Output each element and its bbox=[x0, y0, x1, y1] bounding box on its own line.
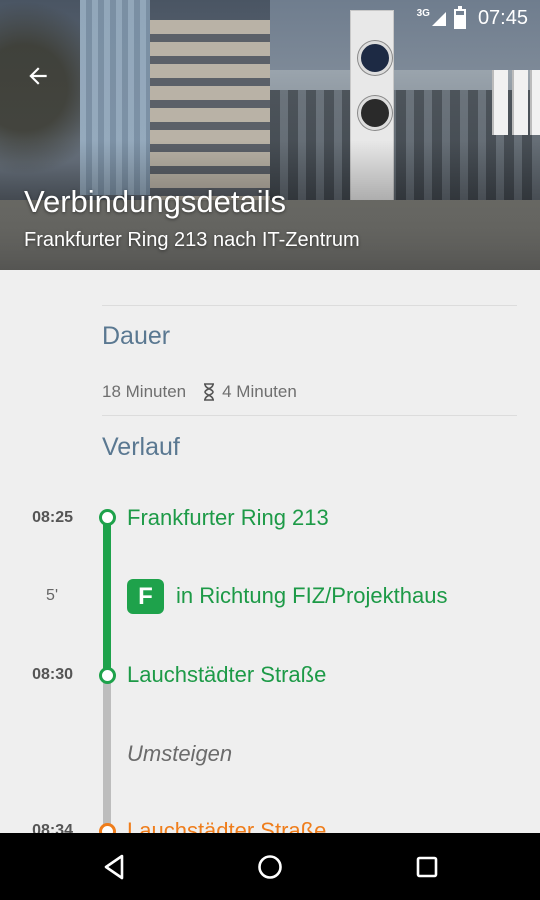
stop-node bbox=[99, 667, 116, 684]
arrow-back-icon bbox=[29, 67, 47, 85]
timeline-line-green bbox=[103, 516, 111, 676]
duration-row: 18 Minuten 4 Minuten bbox=[102, 382, 297, 402]
status-bar: 3G 07:45 bbox=[0, 0, 540, 36]
stop-name[interactable]: Frankfurter Ring 213 bbox=[127, 505, 329, 531]
stop-name[interactable]: Lauchstädter Straße bbox=[127, 662, 326, 688]
total-duration: 18 Minuten bbox=[102, 382, 187, 401]
line-direction[interactable]: in Richtung FIZ/Projekthaus bbox=[176, 583, 447, 609]
back-triangle-icon bbox=[104, 854, 124, 880]
nav-recents-button[interactable] bbox=[407, 847, 447, 887]
nav-back-button[interactable] bbox=[94, 847, 134, 887]
nav-home-button[interactable] bbox=[250, 847, 290, 887]
navigation-bar bbox=[0, 833, 540, 900]
timeline-line-transfer bbox=[103, 676, 111, 836]
departure-time: 08:25 bbox=[32, 509, 73, 526]
divider bbox=[102, 305, 517, 306]
recents-square-icon bbox=[416, 856, 438, 878]
arrival-time: 08:30 bbox=[32, 666, 73, 683]
transfer-label: Umsteigen bbox=[127, 741, 233, 766]
page-title: Verbindungsdetails bbox=[24, 184, 286, 219]
divider bbox=[102, 415, 517, 416]
network-type: 3G bbox=[416, 8, 430, 19]
home-circle-icon bbox=[258, 855, 282, 879]
wait-duration: 4 Minuten bbox=[222, 382, 297, 401]
line-badge: F bbox=[127, 579, 164, 614]
section-title-route: Verlauf bbox=[102, 433, 180, 461]
ride-duration: 5' bbox=[46, 587, 58, 604]
status-time: 07:45 bbox=[477, 7, 528, 29]
back-button[interactable] bbox=[20, 58, 56, 94]
section-title-duration: Dauer bbox=[102, 322, 171, 350]
stop-node bbox=[99, 509, 116, 526]
hourglass-icon bbox=[204, 383, 215, 401]
signal-icon bbox=[431, 11, 446, 26]
page-subtitle: Frankfurter Ring 213 nach IT-Zentrum bbox=[24, 229, 360, 251]
battery-icon bbox=[453, 5, 466, 29]
